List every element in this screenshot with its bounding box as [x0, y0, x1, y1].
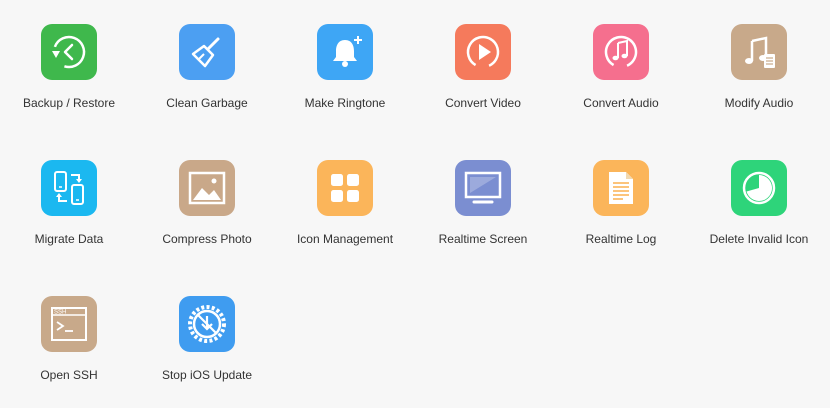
tool-make-ringtone[interactable]: Make Ringtone: [280, 24, 410, 114]
terminal-icon: SSH: [41, 296, 97, 352]
tool-label: Backup / Restore: [22, 96, 116, 110]
tool-delete-invalid-icon[interactable]: Delete Invalid Icon: [694, 160, 824, 250]
music-note-circle-icon: [593, 24, 649, 80]
tool-label: Realtime Log: [585, 232, 657, 246]
tool-label: Make Ringtone: [304, 96, 386, 110]
tool-clean-garbage[interactable]: Clean Garbage: [142, 24, 272, 114]
bell-plus-icon: [317, 24, 373, 80]
toolbox-grid: Backup / Restore Clean Garbage Make Ring…: [0, 0, 830, 408]
photo-icon: [179, 160, 235, 216]
tool-label: Open SSH: [40, 368, 98, 382]
tool-migrate-data[interactable]: Migrate Data: [4, 160, 134, 250]
tool-modify-audio[interactable]: Modify Audio: [694, 24, 824, 114]
document-icon: [593, 160, 649, 216]
tool-realtime-log[interactable]: Realtime Log: [556, 160, 686, 250]
pie-chart-icon: [731, 160, 787, 216]
tool-label: Migrate Data: [34, 232, 104, 246]
broom-icon: [179, 24, 235, 80]
tool-label: Icon Management: [296, 232, 394, 246]
tool-label: Stop iOS Update: [161, 368, 253, 382]
tool-label: Delete Invalid Icon: [709, 232, 809, 246]
tool-label: Convert Video: [445, 96, 521, 110]
tool-label: Compress Photo: [162, 232, 252, 246]
ssh-badge-text: SSH: [54, 310, 66, 316]
tool-convert-audio[interactable]: Convert Audio: [556, 24, 686, 114]
tool-open-ssh[interactable]: SSH Open SSH: [4, 296, 134, 386]
tool-label: Realtime Screen: [438, 232, 528, 246]
gear-no-update-icon: [179, 296, 235, 352]
phone-transfer-icon: [41, 160, 97, 216]
tool-backup-restore[interactable]: Backup / Restore: [4, 24, 134, 114]
tool-label: Convert Audio: [583, 96, 659, 110]
play-circle-icon: [455, 24, 511, 80]
music-note-file-icon: [731, 24, 787, 80]
backup-restore-icon: [41, 24, 97, 80]
tool-compress-photo[interactable]: Compress Photo: [142, 160, 272, 250]
tool-icon-management[interactable]: Icon Management: [280, 160, 410, 250]
tool-realtime-screen[interactable]: Realtime Screen: [418, 160, 548, 250]
tool-stop-ios-update[interactable]: Stop iOS Update: [142, 296, 272, 386]
tool-convert-video[interactable]: Convert Video: [418, 24, 548, 114]
tool-label: Clean Garbage: [166, 96, 248, 110]
tool-label: Modify Audio: [724, 96, 794, 110]
grid-icon: [317, 160, 373, 216]
monitor-icon: [455, 160, 511, 216]
